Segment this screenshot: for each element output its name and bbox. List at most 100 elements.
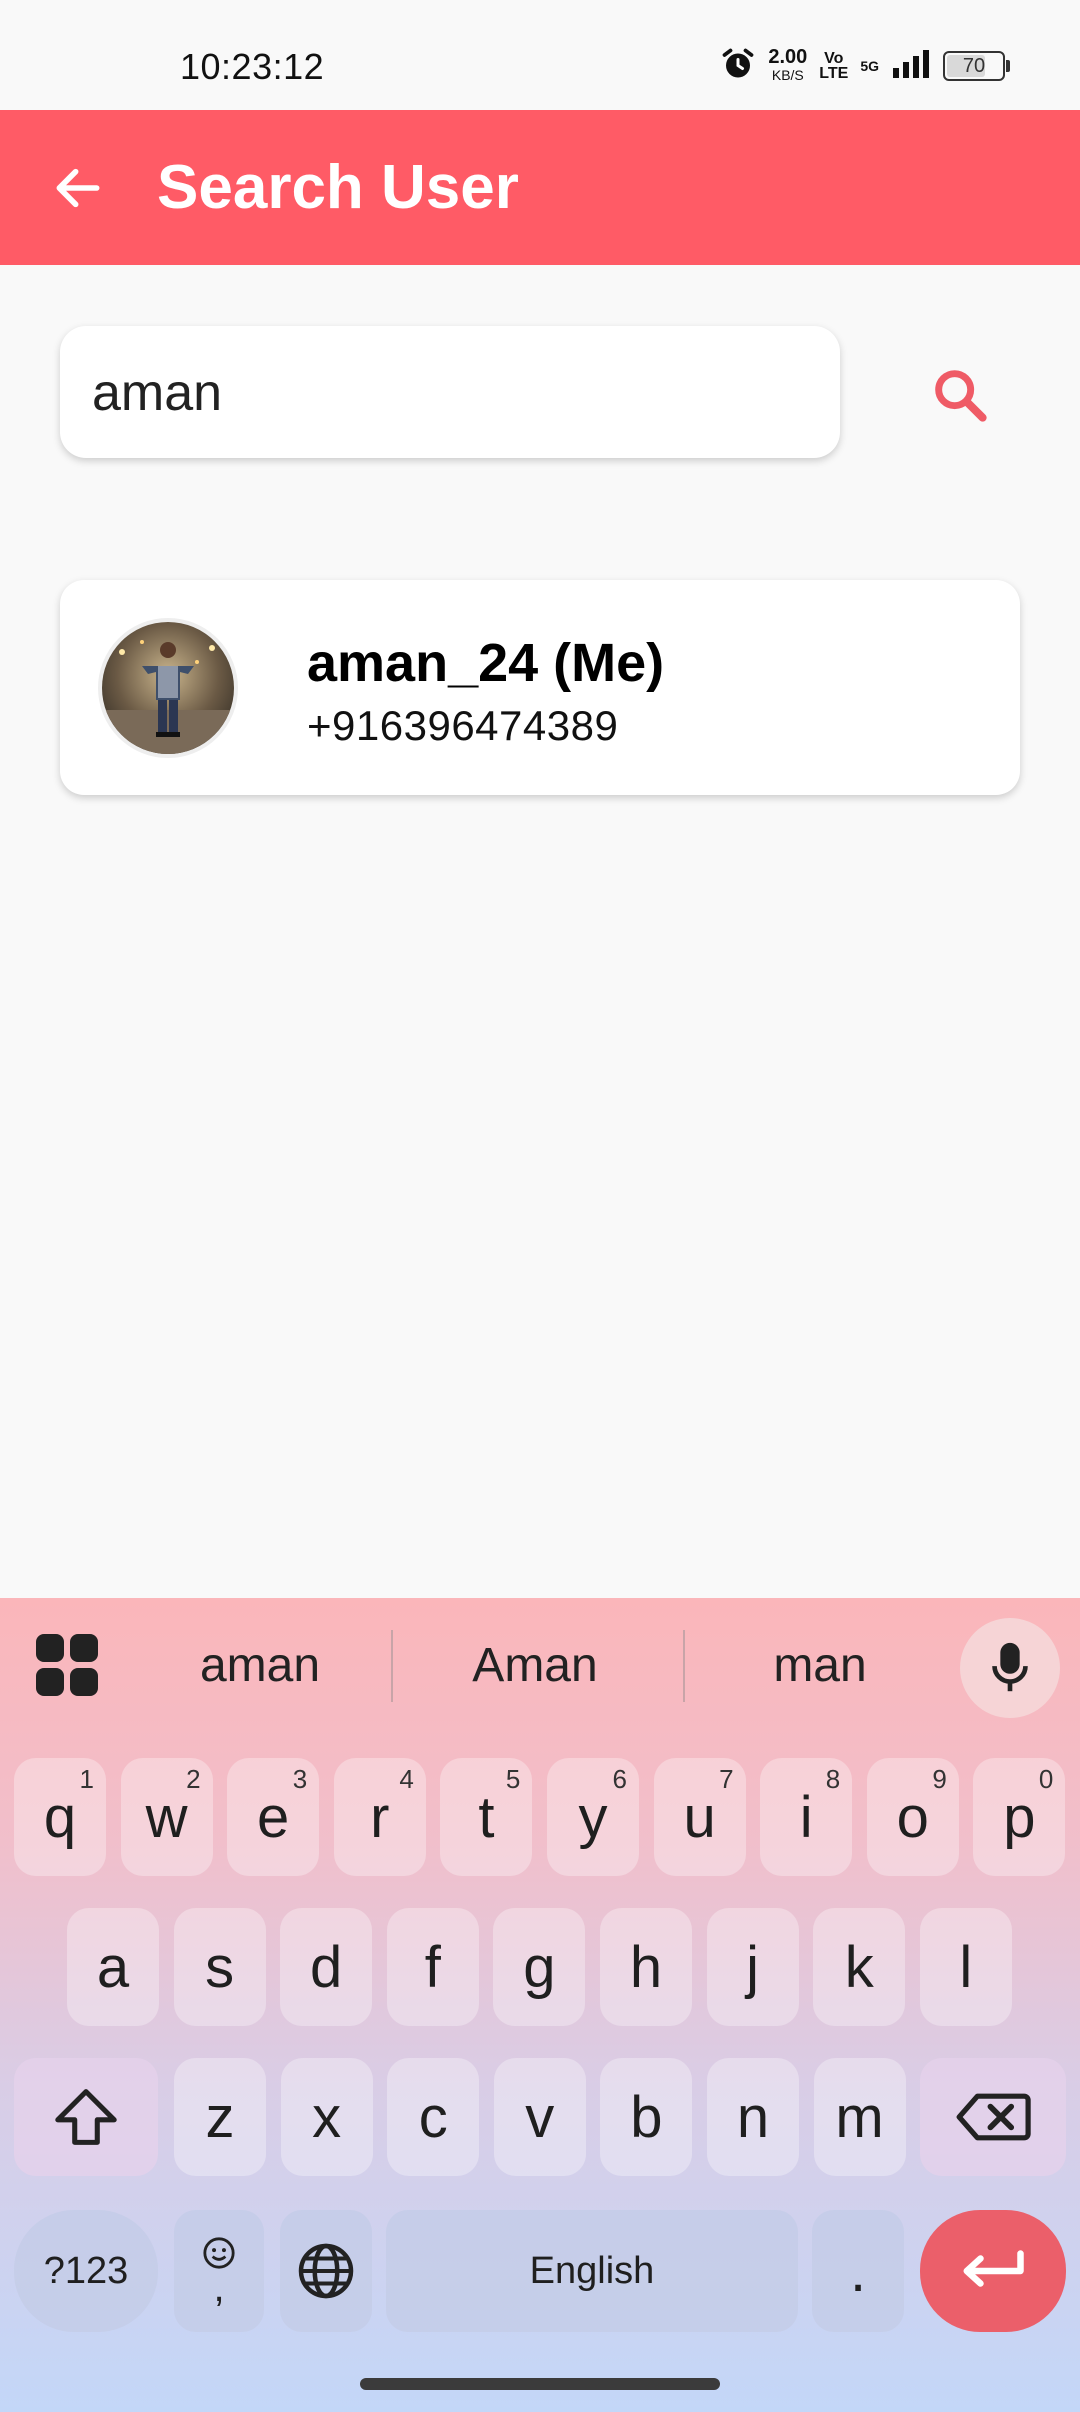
emoji-icon bbox=[203, 2237, 235, 2269]
key-r[interactable]: r4 bbox=[333, 1758, 426, 1876]
key-label: d bbox=[310, 1934, 343, 2000]
key-x[interactable]: x bbox=[280, 2058, 373, 2176]
suggestion-divider bbox=[683, 1630, 685, 1702]
key-n[interactable]: n bbox=[707, 2058, 799, 2176]
symbols-label: ?123 bbox=[43, 2249, 129, 2292]
suggestion-divider bbox=[391, 1630, 393, 1702]
key-label: m bbox=[835, 2084, 884, 2150]
key-m[interactable]: m bbox=[813, 2058, 906, 2176]
key-w[interactable]: w2 bbox=[120, 1758, 213, 1876]
app-bar: Search User bbox=[0, 110, 1080, 265]
period-label: . bbox=[849, 2238, 867, 2304]
back-arrow-icon bbox=[56, 168, 100, 208]
search-field[interactable] bbox=[60, 326, 840, 460]
key-hint: 9 bbox=[932, 1764, 947, 1794]
key-hint: 6 bbox=[612, 1764, 627, 1794]
key-f[interactable]: f bbox=[386, 1908, 479, 2026]
key-label: l bbox=[959, 1934, 973, 2000]
key-hint: 7 bbox=[719, 1764, 734, 1794]
apps-grid-icon[interactable] bbox=[36, 1634, 98, 1696]
key-s[interactable]: s bbox=[173, 1908, 266, 2026]
enter-key[interactable] bbox=[920, 2210, 1066, 2332]
status-bar: 10:23:12 2.00 KB/S Vo LTE 5G 70 bbox=[0, 0, 1080, 110]
search-icon bbox=[935, 370, 987, 422]
language-key[interactable] bbox=[280, 2210, 372, 2332]
key-u[interactable]: u7 bbox=[653, 1758, 746, 1876]
search-button[interactable] bbox=[915, 350, 1005, 440]
key-label: s bbox=[205, 1934, 235, 2000]
key-label: b bbox=[630, 2084, 663, 2150]
backspace-icon bbox=[956, 2093, 1031, 2141]
key-b[interactable]: b bbox=[600, 2058, 693, 2176]
space-key[interactable]: English bbox=[386, 2210, 798, 2332]
volte-bottom: LTE bbox=[819, 65, 849, 82]
key-hint: 0 bbox=[1038, 1764, 1054, 1794]
key-d[interactable]: d bbox=[280, 1908, 373, 2026]
key-v[interactable]: v bbox=[493, 2058, 586, 2176]
search-input[interactable] bbox=[90, 326, 814, 460]
speed-unit: KB/S bbox=[771, 67, 804, 83]
user-phone: +916396474389 bbox=[307, 702, 619, 749]
period-key[interactable]: . bbox=[812, 2210, 904, 2332]
suggestion-3[interactable]: man bbox=[700, 1626, 940, 1706]
key-label: a bbox=[96, 1934, 130, 2000]
back-button[interactable] bbox=[40, 150, 116, 226]
avatar bbox=[98, 618, 238, 758]
key-o[interactable]: o9 bbox=[866, 1758, 959, 1876]
key-label: z bbox=[205, 2084, 235, 2150]
shift-key[interactable] bbox=[14, 2058, 158, 2176]
network-speed: 2.00 KB/S bbox=[768, 47, 807, 84]
key-label: n bbox=[736, 2084, 770, 2150]
key-label: g bbox=[523, 1934, 556, 2000]
navigation-handle[interactable] bbox=[360, 2378, 720, 2390]
microphone-button[interactable] bbox=[960, 1618, 1060, 1718]
alarm-icon bbox=[720, 46, 756, 87]
key-label: k bbox=[844, 1934, 874, 2000]
comma-label: , bbox=[213, 2266, 225, 2310]
key-hint: 5 bbox=[505, 1764, 521, 1794]
key-label: v bbox=[525, 2084, 555, 2150]
keyboard: aman Aman man q1w2e3r4t5y6u7i8o9p0 a s d f g… bbox=[0, 1598, 1080, 2412]
key-c[interactable]: c bbox=[387, 2058, 480, 2176]
key-hint: 1 bbox=[79, 1764, 94, 1794]
network-type: 5G bbox=[860, 58, 879, 74]
battery-level: 70 bbox=[962, 55, 986, 77]
user-result-card[interactable]: aman_24 (Me) +916396474389 bbox=[60, 580, 1020, 795]
user-name: aman_24 (Me) bbox=[307, 633, 665, 693]
space-label: English bbox=[529, 2249, 655, 2292]
key-z[interactable]: z bbox=[174, 2058, 266, 2176]
key-label: x bbox=[312, 2084, 342, 2150]
key-t[interactable]: t5 bbox=[440, 1758, 533, 1876]
symbols-key[interactable]: ?123 bbox=[14, 2210, 158, 2332]
key-label: c bbox=[418, 2084, 448, 2150]
enter-icon bbox=[963, 2250, 1024, 2287]
key-hint: 3 bbox=[292, 1764, 308, 1794]
microphone-icon bbox=[992, 1642, 1028, 1692]
emoji-comma-key[interactable]: , bbox=[174, 2210, 264, 2332]
battery-icon: 70 bbox=[943, 51, 1010, 81]
key-label: h bbox=[629, 1934, 663, 2000]
key-hint: 4 bbox=[399, 1764, 414, 1794]
key-h[interactable]: h bbox=[600, 1908, 692, 2026]
key-q[interactable]: q1 bbox=[14, 1758, 106, 1876]
key-p[interactable]: p0 bbox=[973, 1758, 1066, 1876]
key-label: f bbox=[424, 1934, 441, 2000]
suggestion-1[interactable]: aman bbox=[140, 1626, 380, 1706]
page-title: Search User bbox=[157, 153, 519, 222]
key-a[interactable]: a bbox=[67, 1908, 159, 2026]
suggestion-2[interactable]: Aman bbox=[415, 1626, 655, 1706]
status-time: 10:23:12 bbox=[180, 46, 325, 87]
key-j[interactable]: j bbox=[706, 1908, 799, 2026]
key-g[interactable]: g bbox=[493, 1908, 586, 2026]
status-icons: 2.00 KB/S Vo LTE 5G 70 bbox=[720, 44, 1010, 88]
key-hint: 2 bbox=[186, 1764, 201, 1794]
key-i[interactable]: i8 bbox=[760, 1758, 853, 1876]
key-l[interactable]: l bbox=[919, 1908, 1012, 2026]
suggestion-bar: aman Aman man bbox=[0, 1598, 1080, 1733]
key-e[interactable]: e3 bbox=[227, 1758, 320, 1876]
key-y[interactable]: y6 bbox=[547, 1758, 639, 1876]
signal-icon bbox=[891, 48, 931, 85]
backspace-key[interactable] bbox=[920, 2058, 1066, 2176]
key-k[interactable]: k bbox=[813, 1908, 906, 2026]
key-hint: 8 bbox=[825, 1764, 841, 1794]
